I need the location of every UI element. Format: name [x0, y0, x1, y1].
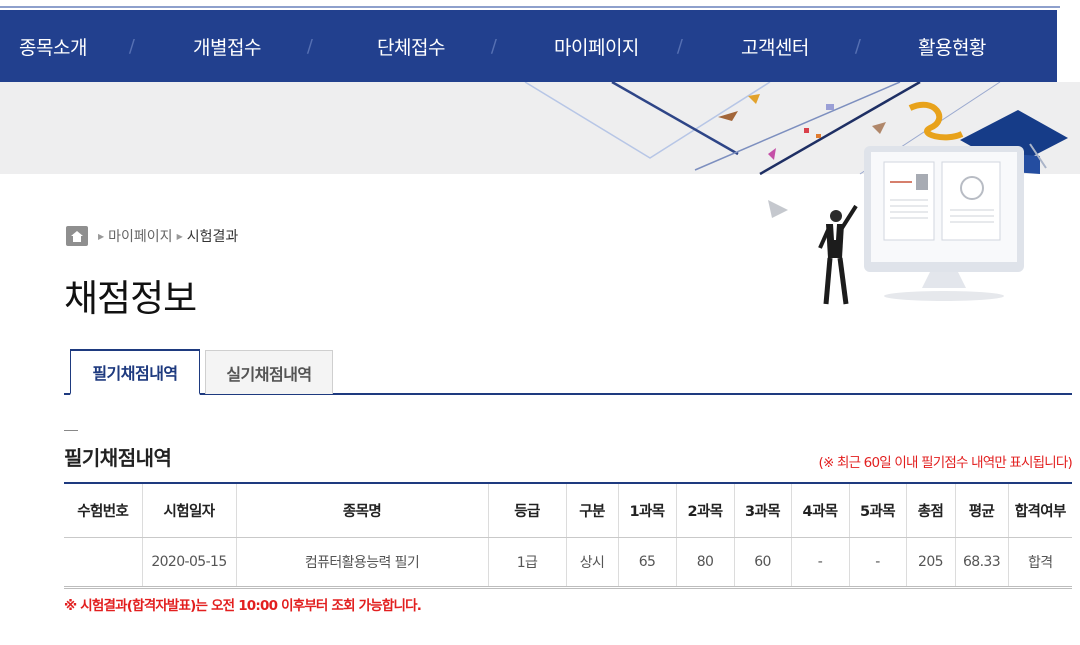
breadcrumb-item-mypage[interactable]: 마이페이지	[108, 226, 172, 246]
column-header: 평균	[954, 482, 1008, 538]
column-header: 수험번호	[64, 482, 142, 538]
cell-subject-2: 80	[675, 537, 734, 589]
cell-subject-1: 65	[617, 537, 676, 589]
column-header: 2과목	[675, 482, 734, 538]
breadcrumb-separator: ▶	[98, 231, 105, 241]
nav-separator: /	[490, 35, 497, 57]
column-header: 총점	[905, 482, 955, 538]
cell-pass-status: 합격	[1007, 537, 1072, 589]
table-header-row: 수험번호 시험일자 종목명 등급 구분 1과목 2과목 3과목 4과목 5과목 …	[64, 482, 1072, 538]
section-title: 필기채점내역	[64, 446, 172, 470]
cell-subject-3: 60	[733, 537, 791, 589]
nav-separator: /	[854, 35, 861, 57]
breadcrumb: ▶ 마이페이지 ▶ 시험결과	[66, 226, 238, 246]
nav-separator: /	[306, 35, 313, 57]
nav-item-support[interactable]: 고객센터	[741, 33, 809, 60]
top-accent-line	[0, 0, 1060, 8]
cell-total: 205	[905, 537, 955, 589]
nav-item-mypage[interactable]: 마이페이지	[554, 33, 639, 60]
cell-subject-5: -	[848, 537, 906, 589]
column-header: 등급	[487, 482, 566, 538]
column-header: 3과목	[733, 482, 791, 538]
column-header: 1과목	[617, 482, 676, 538]
tab-written-scores[interactable]: 필기채점내역	[70, 349, 200, 395]
score-table: 수험번호 시험일자 종목명 등급 구분 1과목 2과목 3과목 4과목 5과목 …	[64, 482, 1072, 589]
cell-exam-number	[64, 537, 142, 589]
home-icon[interactable]	[66, 226, 88, 246]
cell-grade: 1급	[487, 537, 566, 589]
column-header: 5과목	[848, 482, 906, 538]
nav-item-group[interactable]: 단체접수	[377, 33, 445, 60]
nav-item-individual[interactable]: 개별접수	[193, 33, 261, 60]
tab-practical-scores[interactable]: 실기채점내역	[205, 350, 333, 394]
cell-exam-date: 2020-05-15	[141, 537, 236, 589]
column-header: 4과목	[790, 482, 849, 538]
cell-subject-4: -	[790, 537, 849, 589]
recent-notice: (※ 최근 60일 이내 필기점수 내역만 표시됩니다)	[818, 455, 1072, 471]
page-title: 채점정보	[64, 277, 197, 320]
breadcrumb-separator: ▶	[176, 231, 183, 241]
nav-separator: /	[676, 35, 683, 57]
breadcrumb-item-current: 시험결과	[186, 229, 239, 245]
column-header: 종목명	[235, 482, 488, 538]
cell-type: 상시	[565, 537, 618, 589]
table-row: 2020-05-15 컴퓨터활용능력 필기 1급 상시 65 80 60 - -…	[64, 537, 1072, 589]
section-divider	[64, 430, 78, 431]
column-header: 구분	[565, 482, 618, 538]
nav-item-usage[interactable]: 활용현황	[918, 33, 986, 60]
nav-separator: /	[128, 35, 135, 57]
cell-subject-name: 컴퓨터활용능력 필기	[235, 537, 488, 589]
main-nav: 종목소개 / 개별접수 / 단체접수 / 마이페이지 / 고객센터 / 활용현황	[0, 10, 1057, 82]
sub-visual-banner	[0, 82, 1080, 174]
result-time-footnote: ※ 시험결과(합격자발표)는 오전 10:00 이후부터 조회 가능합니다.	[64, 598, 422, 614]
home-glyph	[71, 230, 83, 242]
column-header: 시험일자	[141, 482, 236, 538]
nav-item-intro[interactable]: 종목소개	[19, 33, 87, 60]
column-header: 합격여부	[1007, 482, 1072, 538]
cell-average: 68.33	[954, 537, 1008, 589]
